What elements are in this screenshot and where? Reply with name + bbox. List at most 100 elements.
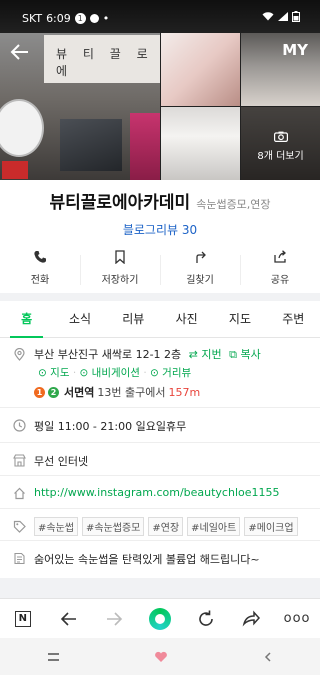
save-label: 저장하기 — [101, 275, 139, 286]
separator: · — [72, 367, 77, 379]
map-pin-small-icon: ⊙ — [38, 367, 47, 379]
separator: · — [143, 367, 147, 379]
place-description: 숨어있는 속눈썹을 탄력있게 볼륨업 해드립니다~ — [34, 553, 260, 566]
share-icon[interactable] — [239, 607, 263, 631]
store-icon — [13, 454, 26, 467]
home-heart-icon[interactable] — [154, 651, 168, 663]
pink-banner — [130, 113, 160, 180]
tag-chip[interactable]: #속눈썹증모 — [81, 517, 145, 536]
notification-dot-icon — [89, 14, 99, 23]
tag-chip[interactable]: #메이크업 — [244, 517, 298, 536]
directions-label: 길찾기 — [186, 275, 214, 286]
share-button[interactable]: 공유 — [240, 247, 320, 293]
battery-icon — [292, 11, 300, 22]
back-icon[interactable] — [57, 607, 81, 631]
jibun-button[interactable]: ⇄ 지번 — [189, 348, 222, 361]
call-label: 전화 — [30, 275, 50, 286]
interior-photo-1[interactable] — [161, 33, 240, 106]
clock: 6:09 — [46, 12, 71, 25]
location-pin-icon — [14, 348, 25, 361]
tab-nearby[interactable]: 주변 — [267, 301, 320, 337]
station-exit: 13번 출구에서 — [97, 386, 166, 399]
interior-photo-2[interactable] — [241, 33, 320, 106]
hours-row[interactable]: 평일 11:00 - 21:00 일요일휴무 — [0, 408, 320, 443]
camera-icon — [273, 131, 288, 142]
bookmark-icon — [115, 250, 125, 264]
notification-badge: 1 — [74, 13, 86, 24]
description-row[interactable]: 숨어있는 속눈썹을 탄력있게 볼륨업 해드립니다~ — [0, 541, 320, 574]
notification-more-icon: • — [102, 12, 110, 25]
tab-map[interactable]: 지도 — [213, 301, 266, 337]
place-header: 뷰티끌로에아카데미 속눈썹증모,연장 블로그리뷰 30 — [0, 188, 320, 238]
more-menu-icon[interactable]: ooo — [284, 607, 310, 631]
naver-home-button[interactable]: N — [11, 607, 35, 631]
business-hours: 평일 11:00 - 21:00 일요일휴무 — [34, 420, 187, 433]
clock-icon — [13, 419, 26, 432]
address-row: 부산 부산진구 새싹로 12-1 2층 ⇄ 지번 ⧉ 복사 ⊙ 지도 · ⊙ 내… — [0, 338, 320, 408]
subway-line-2-badge: 2 — [48, 386, 59, 398]
tab-news[interactable]: 소식 — [53, 301, 106, 337]
forward-icon[interactable] — [102, 607, 126, 631]
carrier: SKT — [22, 12, 43, 25]
naver-n-icon: N — [14, 610, 31, 627]
street-view-icon: ⊙ — [150, 367, 159, 379]
navigation-link[interactable]: 내비게이션 — [92, 367, 140, 379]
section-divider — [0, 293, 320, 301]
navigation-icon: ⊙ — [79, 367, 89, 379]
system-nav-bar — [0, 638, 320, 675]
street-view-link[interactable]: 거리뷰 — [162, 367, 191, 379]
green-dot-icon — [148, 607, 171, 630]
save-button[interactable]: 저장하기 — [80, 247, 160, 293]
action-bar: 전화 저장하기 길찾기 공유 — [0, 247, 320, 293]
status-bar: SKT 6:09 1 • — [0, 0, 320, 33]
station-name: 서면역 — [64, 386, 95, 399]
tag-chip[interactable]: #연장 — [148, 517, 184, 536]
wifi-icon — [262, 12, 274, 21]
browser-toolbar: N ooo — [0, 598, 320, 638]
photo-gallery[interactable]: 뷰 티 끌 로 에 8개 더보기 SKT 6:09 1 • MY — [0, 0, 320, 180]
tag-chip[interactable]: #네일아트 — [187, 517, 241, 536]
phone-icon — [34, 251, 46, 263]
blog-review-link[interactable]: 블로그리뷰 30 — [0, 221, 320, 238]
bottom-spacer — [0, 578, 320, 598]
call-button[interactable]: 전화 — [0, 247, 80, 293]
signal-icon — [278, 12, 288, 21]
recent-apps-icon[interactable] — [47, 652, 59, 661]
share-icon — [274, 250, 286, 263]
tab-bar: 홈 소식 리뷰 사진 지도 주변 — [0, 301, 320, 338]
system-back-icon[interactable] — [263, 651, 273, 662]
tag-icon — [13, 520, 26, 533]
storefront-sign-text: 뷰 티 끌 로 에 — [56, 47, 154, 78]
description-icon — [14, 552, 25, 565]
station-distance: 157m — [168, 385, 201, 399]
my-button[interactable]: MY — [282, 41, 308, 59]
map-link[interactable]: 지도 — [50, 367, 69, 379]
place-info-list: 부산 부산진구 새싹로 12-1 2층 ⇄ 지번 ⧉ 복사 ⊙ 지도 · ⊙ 내… — [0, 338, 320, 574]
tag-chip[interactable]: #속눈썹 — [34, 517, 78, 536]
homepage-row: http://www.instagram.com/beautychloe1155 — [0, 476, 320, 509]
tab-reviews[interactable]: 리뷰 — [107, 301, 160, 337]
back-arrow-icon[interactable] — [10, 42, 30, 62]
round-sign — [0, 99, 44, 157]
address-text: 부산 부산진구 새싹로 12-1 2층 — [34, 348, 182, 361]
storefront-window — [60, 119, 122, 171]
place-category: 속눈썹증모,연장 — [196, 198, 271, 211]
tab-home[interactable]: 홈 — [0, 301, 53, 338]
red-sign — [2, 161, 28, 179]
homepage-link[interactable]: http://www.instagram.com/beautychloe1155 — [34, 486, 280, 499]
tab-photos[interactable]: 사진 — [160, 301, 213, 337]
place-name: 뷰티끌로에아카데미 — [49, 193, 191, 213]
amenities-row: 무선 인터넷 — [0, 443, 320, 476]
share-label: 공유 — [270, 275, 290, 286]
refresh-icon[interactable] — [194, 607, 218, 631]
subway-line-1-badge: 1 — [34, 386, 45, 398]
directions-icon — [196, 251, 206, 263]
more-photos-label: 8개 더보기 — [257, 151, 304, 162]
copy-button[interactable]: ⧉ 복사 — [229, 348, 261, 361]
directions-button[interactable]: 길찾기 — [160, 247, 240, 293]
more-photos-tile[interactable]: 8개 더보기 — [241, 107, 320, 180]
tags-row: #속눈썹 #속눈썹증모 #연장 #네일아트 #메이크업 — [0, 509, 320, 541]
interior-photo-3[interactable] — [161, 107, 240, 180]
wifi-amenity: 무선 인터넷 — [34, 455, 89, 468]
green-dot-button[interactable] — [148, 607, 172, 631]
